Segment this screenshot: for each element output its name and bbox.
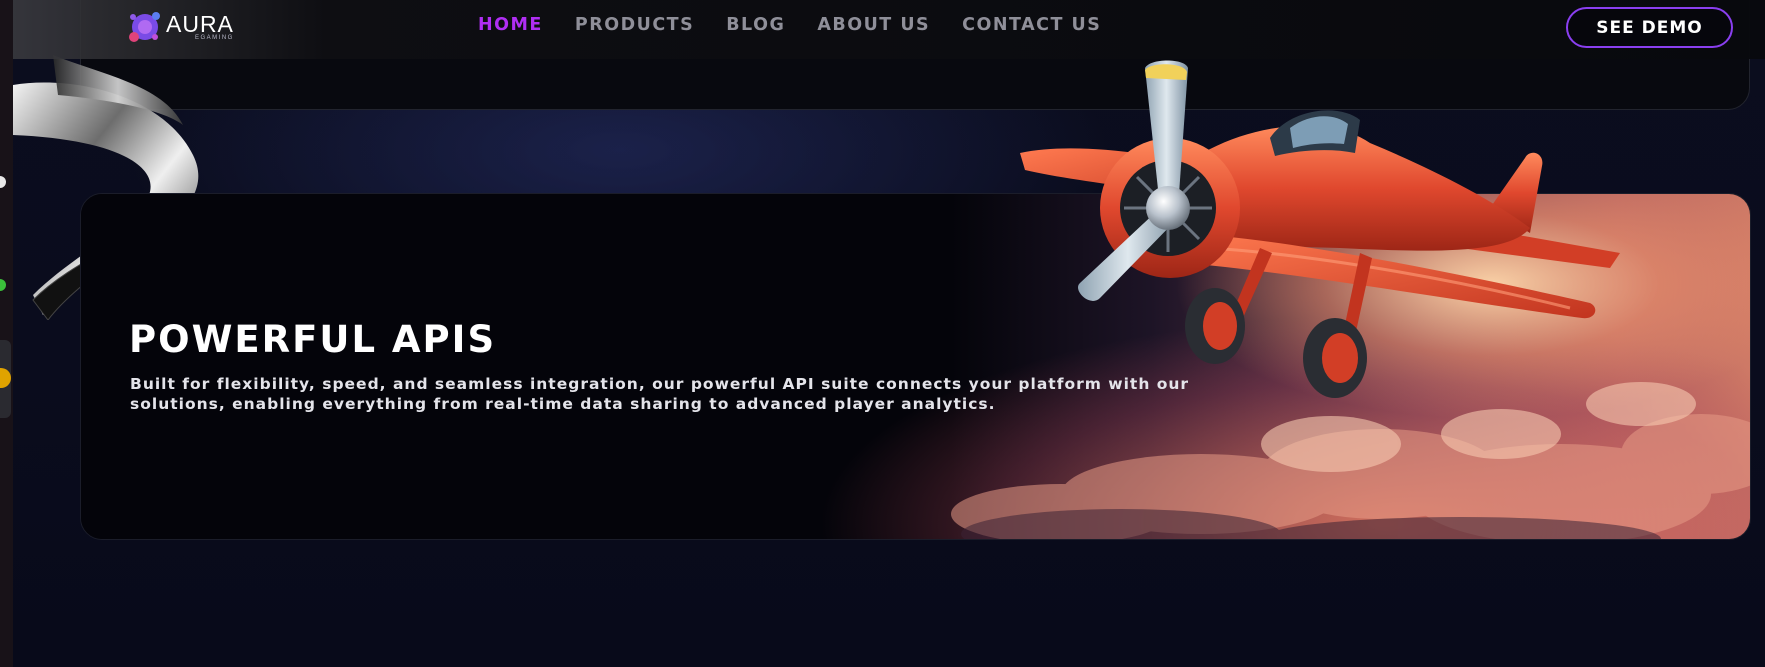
nav-menu: HOME PRODUCTS BLOG ABOUT US CONTACT US: [478, 15, 1101, 35]
hero-title: POWERFUL APIS: [129, 318, 497, 361]
chip-logo-icon: [129, 12, 160, 42]
left-side-strip: [0, 0, 13, 667]
side-dot-white: [0, 176, 6, 188]
side-panel-handle[interactable]: [0, 340, 11, 418]
top-navbar: AURA EGAMING HOME PRODUCTS BLOG ABOUT US…: [13, 0, 1765, 59]
side-badge-icon: [0, 368, 11, 388]
nav-contact-us[interactable]: CONTACT US: [962, 15, 1101, 35]
nav-products[interactable]: PRODUCTS: [575, 15, 694, 35]
nav-blog[interactable]: BLOG: [726, 15, 785, 35]
brand-logo[interactable]: AURA EGAMING: [126, 8, 246, 48]
nav-about-us[interactable]: ABOUT US: [817, 15, 930, 35]
brand-subtitle: EGAMING: [195, 35, 234, 41]
red-biplane-illustration: [1020, 60, 1620, 398]
brand-name: AURA: [166, 11, 234, 37]
see-demo-button[interactable]: SEE DEMO: [1566, 7, 1733, 48]
nav-home[interactable]: HOME: [478, 15, 543, 35]
side-dot-green: [0, 279, 6, 291]
